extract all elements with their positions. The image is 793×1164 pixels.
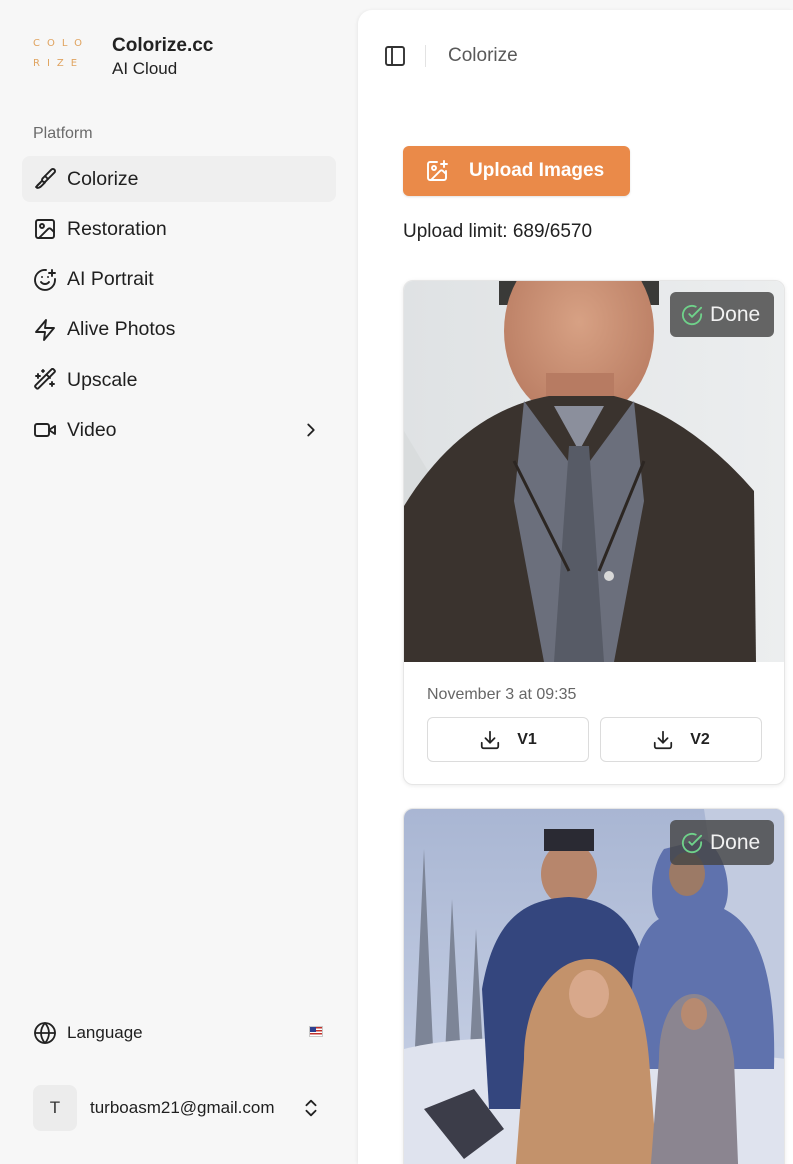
download-v2-button[interactable]: V2: [600, 717, 762, 762]
check-circle-icon: [681, 304, 703, 326]
download-icon: [479, 729, 501, 751]
sidebar-item-label: AI Portrait: [67, 268, 154, 291]
sidebar-item-label: Colorize: [67, 167, 139, 190]
sidebar-item-upscale[interactable]: Upscale: [22, 357, 336, 403]
check-circle-icon: [681, 832, 703, 854]
download-icon: [652, 729, 674, 751]
video-icon: [33, 418, 57, 442]
download-v1-button[interactable]: V1: [427, 717, 589, 762]
smile-plus-icon: [33, 268, 57, 292]
result-card: Done November 3 at 09:35 V1 V2: [403, 280, 785, 785]
avatar: T: [33, 1085, 77, 1131]
zap-icon: [33, 318, 57, 342]
sidebar-nav: Colorize Restoration AI Portrait Alive P…: [22, 156, 336, 458]
card-date: November 3 at 09:35: [427, 686, 577, 703]
globe-icon: [33, 1021, 57, 1045]
brand[interactable]: COLO RIZE Colorize.cc AI Cloud: [33, 34, 213, 78]
brand-logo: COLO RIZE: [33, 38, 89, 69]
image-plus-icon: [425, 159, 449, 183]
status-label: Done: [710, 302, 761, 326]
upload-button-label: Upload Images: [469, 160, 605, 181]
result-photo[interactable]: [404, 281, 785, 662]
sidebar: COLO RIZE Colorize.cc AI Cloud Platform …: [0, 0, 358, 1164]
result-card: Done: [403, 808, 785, 1164]
sidebar-item-label: Upscale: [67, 368, 138, 391]
main-content: Colorize Upload Images Upload limit: 689…: [358, 10, 793, 1164]
user-menu[interactable]: T turboasm21@gmail.com: [33, 1085, 328, 1131]
status-badge: Done: [670, 820, 774, 865]
download-label: V1: [517, 730, 537, 748]
sidebar-item-label: Video: [67, 418, 117, 441]
sidebar-item-label: Restoration: [67, 217, 167, 240]
sidebar-toggle-icon[interactable]: [383, 44, 407, 68]
paintbrush-icon: [33, 167, 57, 191]
brand-name: Colorize.cc: [112, 35, 214, 56]
sidebar-item-video[interactable]: Video: [22, 407, 336, 453]
topbar: Colorize: [383, 43, 518, 69]
status-badge: Done: [670, 292, 774, 337]
breadcrumb: Colorize: [448, 45, 518, 66]
image-icon: [33, 217, 57, 241]
sidebar-item-restoration[interactable]: Restoration: [22, 206, 336, 252]
topbar-divider: [425, 45, 426, 67]
section-label-platform: Platform: [33, 125, 93, 142]
user-email: turboasm21@gmail.com: [90, 1098, 275, 1117]
chevron-right-icon[interactable]: [300, 419, 322, 441]
upload-limit-text: Upload limit: 689/6570: [403, 221, 593, 242]
sidebar-item-alive-photos[interactable]: Alive Photos: [22, 307, 336, 353]
magic-wand-icon: [33, 368, 57, 392]
sidebar-item-label: Alive Photos: [67, 318, 176, 341]
chevrons-up-down-icon: [300, 1097, 322, 1119]
language-label: Language: [67, 1023, 143, 1042]
us-flag-icon: [309, 1026, 323, 1037]
sidebar-item-colorize[interactable]: Colorize: [22, 156, 336, 202]
language-selector[interactable]: Language: [33, 1018, 325, 1048]
sidebar-item-ai-portrait[interactable]: AI Portrait: [22, 257, 336, 303]
download-label: V2: [690, 730, 710, 748]
status-label: Done: [710, 830, 761, 854]
brand-subtitle: AI Cloud: [112, 59, 178, 78]
upload-images-button[interactable]: Upload Images: [403, 146, 630, 196]
